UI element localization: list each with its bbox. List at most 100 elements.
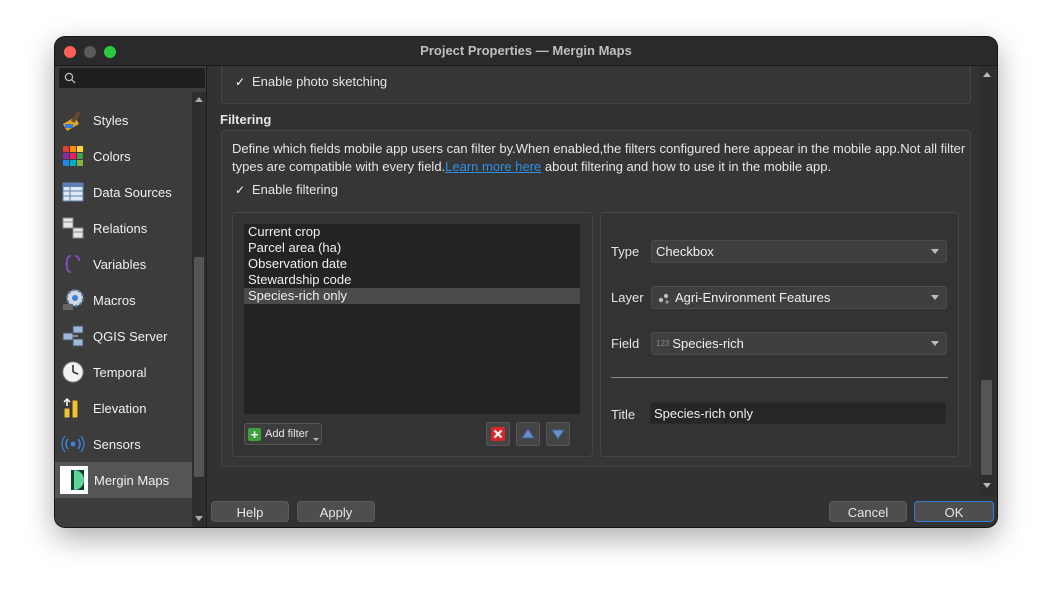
move-filter-down-button[interactable] [546, 422, 570, 446]
plus-icon: + [248, 427, 261, 441]
sidebar-scroll-thumb[interactable] [194, 257, 204, 477]
macros-icon [61, 288, 85, 312]
type-value: Checkbox [656, 244, 714, 259]
sidebar-item-variables[interactable]: Variables [55, 246, 192, 282]
filter-list-item[interactable]: Current crop [244, 224, 580, 240]
title-bar: Project Properties — Mergin Maps [55, 37, 997, 66]
checkbox-label: Enable photo sketching [252, 74, 388, 89]
project-properties-window: Project Properties — Mergin Maps Styles … [55, 37, 997, 527]
scroll-down-arrow-icon[interactable] [195, 516, 203, 521]
filter-list-item[interactable]: Parcel area (ha) [244, 240, 580, 256]
checkbox-label: Enable filtering [252, 182, 338, 197]
relations-icon [61, 216, 85, 240]
sidebar-item-label: Colors [93, 148, 131, 164]
add-filter-button[interactable]: + Add filter [244, 423, 322, 445]
filtering-description: Define which fields mobile app users can… [232, 140, 967, 176]
scroll-up-arrow-icon[interactable] [195, 97, 203, 102]
variables-icon [61, 252, 85, 276]
dropdown-arrow-icon [931, 341, 939, 346]
window-title: Project Properties — Mergin Maps [420, 43, 632, 58]
sidebar-item-temporal[interactable]: Temporal [55, 354, 192, 390]
sidebar-item-mergin-maps[interactable]: Mergin Maps [55, 462, 192, 498]
field-value: Species-rich [672, 336, 744, 351]
styles-icon [61, 108, 85, 132]
sidebar-item-qgis-server[interactable]: QGIS Server [55, 318, 192, 354]
filter-list-item-selected[interactable]: Species-rich only [244, 288, 580, 304]
mergin-maps-settings-panel: ✓ Enable photo sketching Filtering Defin… [207, 66, 979, 496]
sidebar-item-label: Data Sources [93, 184, 172, 200]
scroll-up-arrow-icon[interactable] [983, 72, 991, 77]
type-combobox[interactable]: Checkbox [651, 240, 947, 263]
qgis-server-icon [61, 324, 85, 348]
sidebar-item-label: Sensors [93, 436, 141, 452]
description-text-tail: about filtering and how to use it in the… [541, 159, 832, 174]
filtering-section-title: Filtering [220, 112, 272, 127]
sidebar-search-input[interactable] [59, 68, 205, 88]
add-filter-label: Add filter [265, 428, 309, 440]
numeric-field-icon: 123 [656, 339, 670, 348]
sidebar-item-styles[interactable]: Styles [55, 102, 192, 138]
content-scrollbar[interactable] [979, 66, 995, 496]
point-layer-icon [658, 293, 669, 304]
arrow-down-icon [551, 429, 565, 440]
checkmark-icon: ✓ [234, 74, 246, 89]
enable-filtering-checkbox[interactable]: ✓ Enable filtering [233, 182, 338, 197]
apply-button[interactable]: Apply [297, 501, 375, 522]
arrow-up-icon [521, 428, 535, 439]
elevation-icon [61, 396, 85, 420]
help-button[interactable]: Help [211, 501, 289, 522]
sidebar: Styles Colors Data Sources Relations Var… [55, 66, 206, 527]
filter-list-panel: Current crop Parcel area (ha) Observatio… [232, 212, 593, 457]
sidebar-item-relations[interactable]: Relations [55, 210, 192, 246]
checkmark-icon: ✓ [234, 182, 246, 197]
remove-filter-button[interactable] [486, 422, 510, 446]
title-input[interactable]: Species-rich only [650, 402, 946, 424]
sensors-icon [61, 432, 85, 456]
separator [611, 377, 948, 378]
sidebar-item-label: QGIS Server [93, 328, 168, 344]
remove-icon [491, 427, 505, 441]
sidebar-item-label: Macros [93, 292, 136, 308]
sidebar-list: Styles Colors Data Sources Relations Var… [55, 102, 192, 498]
content-scroll-thumb[interactable] [981, 380, 992, 475]
mergin-maps-icon [60, 466, 88, 494]
enable-photo-sketching-checkbox[interactable]: ✓ Enable photo sketching [233, 74, 387, 89]
move-filter-up-button[interactable] [516, 422, 540, 446]
field-combobox[interactable]: 123 Species-rich [651, 332, 947, 355]
search-icon [64, 72, 76, 84]
dropdown-arrow-icon [931, 295, 939, 300]
sidebar-scrollbar[interactable] [192, 92, 206, 527]
cancel-button[interactable]: Cancel [829, 501, 907, 522]
sidebar-item-sensors[interactable]: Sensors [55, 426, 192, 462]
layer-value: Agri-Environment Features [675, 290, 831, 305]
scroll-down-arrow-icon[interactable] [983, 483, 991, 488]
sidebar-item-label: Variables [93, 256, 147, 272]
filtering-group: Define which fields mobile app users can… [221, 130, 971, 467]
filter-list[interactable]: Current crop Parcel area (ha) Observatio… [244, 224, 580, 414]
type-label: Type [611, 244, 640, 259]
title-label: Title [611, 407, 636, 422]
sidebar-item-label: Elevation [93, 400, 147, 416]
data-sources-icon [61, 180, 85, 204]
layer-label: Layer [611, 290, 644, 305]
sidebar-item-label: Mergin Maps [94, 472, 170, 488]
field-label: Field [611, 336, 640, 351]
photo-settings-group: ✓ Enable photo sketching [221, 66, 971, 104]
sidebar-item-data-sources[interactable]: Data Sources [55, 174, 192, 210]
filter-properties-panel: Type Checkbox Layer Agri-Environment Fea… [600, 212, 959, 457]
learn-more-link[interactable]: Learn more here [445, 159, 541, 174]
filter-list-item[interactable]: Observation date [244, 256, 580, 272]
filter-list-item[interactable]: Stewardship code [244, 272, 580, 288]
colors-icon [61, 144, 85, 168]
dropdown-arrow-icon [931, 249, 939, 254]
sidebar-item-label: Temporal [93, 364, 147, 380]
dropdown-caret-icon [313, 438, 319, 441]
layer-combobox[interactable]: Agri-Environment Features [651, 286, 947, 309]
sidebar-item-elevation[interactable]: Elevation [55, 390, 192, 426]
ok-button[interactable]: OK [914, 501, 994, 522]
sidebar-item-colors[interactable]: Colors [55, 138, 192, 174]
sidebar-item-label: Relations [93, 220, 148, 236]
temporal-icon [61, 360, 85, 384]
sidebar-item-macros[interactable]: Macros [55, 282, 192, 318]
sidebar-item-label: Styles [93, 112, 129, 128]
